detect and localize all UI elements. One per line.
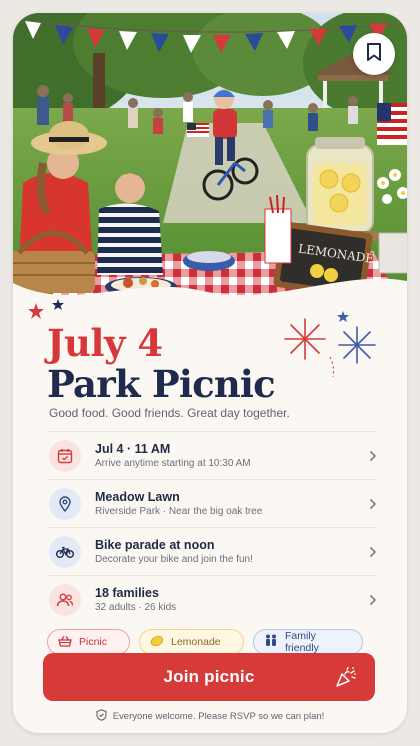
detail-title: Meadow Lawn xyxy=(95,489,180,504)
detail-row-activity[interactable]: Bike parade at noon Decorate your bike a… xyxy=(47,527,377,575)
chevron-right-icon xyxy=(369,449,377,467)
chevron-right-icon xyxy=(369,497,377,515)
people-icon xyxy=(49,583,81,616)
detail-subtitle: 32 adults · 26 kids xyxy=(95,601,177,613)
bookmark-button[interactable] xyxy=(353,33,395,75)
rsvp-footnote: Everyone welcome. Please RSVP so we can … xyxy=(13,709,407,724)
join-picnic-button[interactable]: Join picnic xyxy=(43,653,375,701)
picnic-scene-illustration: LEMONADE xyxy=(13,13,407,313)
tag-label: Lemonade xyxy=(171,636,221,648)
detail-row-date[interactable]: Jul 4 · 11 AM Arrive anytime starting at… xyxy=(47,431,377,479)
detail-title: Bike parade at noon xyxy=(95,537,215,552)
event-card: LEMONADE July 4 Park Picnic Good food. G… xyxy=(13,13,407,733)
bookmark-icon xyxy=(365,42,383,67)
chevron-right-icon xyxy=(369,593,377,611)
fireworks-icon xyxy=(284,311,376,378)
event-title: July 4 Park Picnic xyxy=(47,321,276,406)
shield-icon xyxy=(96,709,107,724)
party-popper-icon xyxy=(335,666,357,693)
bicycle-icon xyxy=(49,535,81,568)
calendar-icon xyxy=(49,439,81,472)
basket-icon xyxy=(58,635,72,650)
chevron-right-icon xyxy=(369,545,377,563)
detail-title: Jul 4 · 11 AM xyxy=(95,441,171,456)
detail-subtitle: Arrive anytime starting at 10:30 AM xyxy=(95,457,251,469)
tag-chip-lemonade[interactable]: Lemonade xyxy=(139,629,244,655)
tag-label: Picnic xyxy=(79,636,108,648)
detail-subtitle: Decorate your bike and join the fun! xyxy=(95,553,253,565)
detail-row-attendees[interactable]: 18 families 32 adults · 26 kids xyxy=(47,575,377,623)
lemon-icon xyxy=(150,635,164,650)
detail-subtitle: Riverside Park · Near the big oak tree xyxy=(95,505,263,517)
footnote-text: Everyone welcome. Please RSVP so we can … xyxy=(112,711,325,722)
event-title-line1: July 4 xyxy=(47,321,163,365)
tag-chip-picnic[interactable]: Picnic xyxy=(47,629,130,655)
event-title-line2: Park Picnic xyxy=(47,362,276,406)
detail-title: 18 families xyxy=(95,585,159,600)
event-tagline: Good food. Good friends. Great day toget… xyxy=(49,406,290,420)
tag-chip-family-friendly[interactable]: Family friendly xyxy=(253,629,363,655)
tag-chips: Picnic Lemonade Family friendly xyxy=(47,629,363,655)
hero-image: LEMONADE xyxy=(13,13,407,313)
location-pin-icon xyxy=(49,487,81,520)
event-details-list: Jul 4 · 11 AM Arrive anytime starting at… xyxy=(47,431,377,623)
tag-label: Family friendly xyxy=(285,630,319,654)
detail-row-location[interactable]: Meadow Lawn Riverside Park · Near the bi… xyxy=(47,479,377,527)
join-button-label: Join picnic xyxy=(163,667,255,686)
family-icon xyxy=(264,634,278,650)
